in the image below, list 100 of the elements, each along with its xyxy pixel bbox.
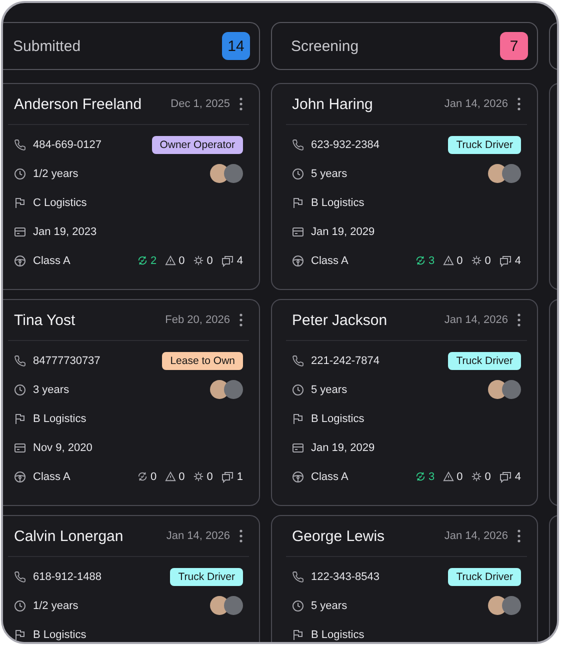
- company-name: C Logistics: [33, 196, 87, 208]
- phone-icon: [14, 354, 26, 366]
- candidate-card[interactable]: John Haring Jan 14, 2026 623-932-2384 Truck Driver 5 years B Logistics Jan 19, 2029 Class A 3 0 0 4: [271, 83, 538, 290]
- stat-count: 0: [192, 470, 213, 482]
- candidate-name: Calvin Lonergan: [14, 528, 124, 544]
- refresh-check-icon: [414, 471, 426, 482]
- warning-icon: [164, 471, 176, 482]
- warning-icon: [164, 255, 176, 266]
- id-card-icon: [14, 442, 26, 454]
- more-options-icon[interactable]: [517, 97, 521, 111]
- flag-icon: [292, 412, 304, 424]
- role-tag: Truck Driver: [448, 352, 521, 370]
- phone-icon: [292, 354, 304, 366]
- stat-count: 3: [414, 254, 435, 266]
- comments-icon: [220, 470, 234, 482]
- candidate-name: John Haring: [292, 96, 374, 112]
- flag-icon: [14, 196, 26, 208]
- candidate-card[interactable]: Anderson Freeland Dec 1, 2025 484-669-0127 Owner Operator 1/2 years C Logistics Jan 19, 2023 Class A 2 0 0 4: [3, 83, 260, 290]
- clock-icon: [292, 384, 304, 396]
- license-date: Jan 19, 2023: [33, 226, 97, 238]
- applied-date: Dec 1, 2025: [170, 98, 230, 110]
- avatar: [224, 164, 243, 183]
- applied-date: Jan 14, 2026: [444, 530, 508, 542]
- avatar: [502, 380, 521, 399]
- stat-count: 0: [442, 470, 463, 482]
- more-options-icon[interactable]: [517, 529, 521, 543]
- stat-count: 3: [414, 470, 435, 482]
- company-name: B Logistics: [33, 412, 86, 424]
- company-name: B Logistics: [311, 628, 364, 640]
- phone-number: 84777730737: [33, 354, 100, 366]
- comments-icon: [220, 254, 234, 266]
- flag-icon: [14, 412, 26, 424]
- comments-icon: [498, 470, 512, 482]
- stat-count: 0: [164, 470, 185, 482]
- refresh-check-icon: [136, 471, 148, 482]
- avatar: [224, 380, 243, 399]
- stat-count: 4: [498, 254, 521, 266]
- license-date: Jan 19, 2029: [311, 226, 375, 238]
- phone-number: 618-912-1488: [33, 570, 102, 582]
- clock-icon: [14, 600, 26, 612]
- phone-number: 221-242-7874: [311, 354, 380, 366]
- experience: 3 years: [33, 384, 70, 396]
- avatar: [502, 164, 521, 183]
- candidate-name: Anderson Freeland: [14, 96, 143, 112]
- candidate-card[interactable]: Tina Yost Feb 20, 2026 84777730737 Lease to Own 3 years B Logistics Nov 9, 2020 Class A 0 0 0 1: [3, 299, 260, 506]
- flag-icon: [14, 628, 26, 640]
- avatar: [502, 596, 521, 615]
- candidate-card[interactable]: Peter Jackson Jan 14, 2026 221-242-7874 Truck Driver 5 years B Logistics Jan 19, 2029 Class A 3 0 0 4: [271, 299, 538, 506]
- candidate-card[interactable]: Calvin Lonergan Jan 14, 2026 618-912-1488 Truck Driver 1/2 years B Logistics: [3, 515, 260, 642]
- refresh-check-icon: [136, 255, 148, 266]
- role-tag: Owner Operator: [152, 136, 243, 154]
- phone-icon: [14, 138, 26, 150]
- experience: 5 years: [311, 600, 348, 612]
- license-class: Class A: [33, 254, 70, 266]
- applied-date: Jan 14, 2026: [166, 530, 230, 542]
- role-tag: Truck Driver: [448, 568, 521, 586]
- flag-icon: [292, 628, 304, 640]
- experience: 1/2 years: [33, 600, 78, 612]
- warning-icon: [442, 255, 454, 266]
- stat-count: 0: [192, 254, 213, 266]
- phone-icon: [292, 570, 304, 582]
- license-date: Nov 9, 2020: [33, 442, 92, 454]
- more-options-icon[interactable]: [239, 313, 243, 327]
- phone-icon: [14, 570, 26, 582]
- more-options-icon[interactable]: [239, 529, 243, 543]
- license-class: Class A: [311, 470, 348, 482]
- count-badge: 14: [222, 32, 250, 60]
- steering-wheel-icon: [14, 254, 26, 266]
- id-card-icon: [292, 226, 304, 238]
- candidate-card[interactable]: George Lewis Jan 14, 2026 122-343-8543 Truck Driver 5 years B Logistics: [271, 515, 538, 642]
- column-title: Screening: [291, 38, 359, 54]
- applied-date: Jan 14, 2026: [444, 314, 508, 326]
- candidate-name: Tina Yost: [14, 312, 76, 328]
- stat-count: 0: [470, 254, 491, 266]
- stat-count: 2: [136, 254, 157, 266]
- license-class: Class A: [33, 470, 70, 482]
- phone-number: 484-669-0127: [33, 138, 102, 150]
- steering-wheel-icon: [14, 470, 26, 482]
- role-tag: Truck Driver: [448, 136, 521, 154]
- experience: 1/2 years: [33, 168, 78, 180]
- clock-icon: [14, 384, 26, 396]
- stat-count: 0: [442, 254, 463, 266]
- stat-count: 4: [220, 254, 243, 266]
- role-tag: Truck Driver: [170, 568, 243, 586]
- more-options-icon[interactable]: [239, 97, 243, 111]
- phone-number: 122-343-8543: [311, 570, 380, 582]
- comments-icon: [498, 254, 512, 266]
- id-card-icon: [14, 226, 26, 238]
- gear-icon: [192, 471, 204, 482]
- clock-icon: [292, 600, 304, 612]
- clock-icon: [292, 168, 304, 180]
- more-options-icon[interactable]: [517, 313, 521, 327]
- avatar: [224, 596, 243, 615]
- phone-icon: [292, 138, 304, 150]
- gear-icon: [470, 255, 482, 266]
- company-name: B Logistics: [33, 628, 86, 640]
- experience: 5 years: [311, 384, 348, 396]
- license-class: Class A: [311, 254, 348, 266]
- refresh-check-icon: [414, 255, 426, 266]
- steering-wheel-icon: [292, 470, 304, 482]
